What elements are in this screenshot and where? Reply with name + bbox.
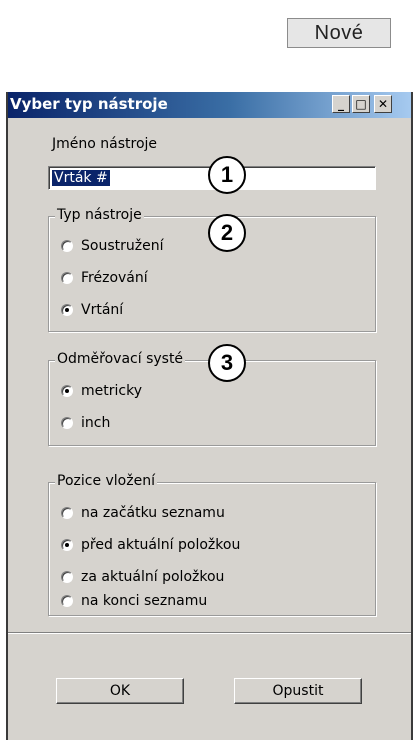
radio-label: Soustružení [81,238,164,254]
callout-3: 3 [208,344,246,382]
radio-button[interactable] [61,507,73,519]
radio-label: před aktuální položkou [81,537,241,553]
close-button[interactable]: ✕ [374,95,392,113]
radio-option-after-current[interactable]: za aktuální položkou [61,569,224,585]
radio-option-metric[interactable]: metricky [61,383,142,399]
radio-button-selected[interactable] [61,385,73,397]
radio-option-beginning[interactable]: na začátku seznamu [61,505,225,521]
cancel-button[interactable]: Opustit [234,678,362,704]
radio-option-turning[interactable]: Soustružení [61,238,163,254]
radio-label: metricky [81,383,142,399]
tool-type-legend: Typ nástroje [55,207,144,223]
radio-option-before-current[interactable]: před aktuální položkou [61,537,240,553]
radio-label: na konci seznamu [81,593,208,609]
footer-separator [8,632,411,634]
insert-position-legend: Pozice vložení [55,473,157,489]
title-bar[interactable]: Vyber typ nástroje _ □ ✕ [8,92,411,118]
radio-label: Vrtání [81,302,124,318]
measure-system-legend: Odměřovací systé [55,351,186,367]
radio-label: za aktuální položkou [81,569,225,585]
select-tool-type-dialog: Vyber typ nástroje _ □ ✕ Jméno nástroje … [6,92,413,740]
radio-button[interactable] [61,240,73,252]
radio-option-milling[interactable]: Frézování [61,270,148,286]
minimize-button[interactable]: _ [332,95,350,113]
radio-button[interactable] [61,571,73,583]
callout-1: 1 [208,156,246,194]
callout-2: 2 [208,214,246,252]
radio-option-inch[interactable]: inch [61,415,110,431]
radio-button-selected[interactable] [61,304,73,316]
radio-label: na začátku seznamu [81,505,225,521]
radio-button[interactable] [61,595,73,607]
radio-button-selected[interactable] [61,539,73,551]
tool-name-value: Vrták # [52,170,110,186]
radio-button[interactable] [61,272,73,284]
dialog-title: Vyber typ nástroje [10,95,168,113]
nove-button[interactable]: Nové [287,18,391,48]
insert-position-group: Pozice vložení na začátku seznamu před a… [48,473,376,616]
radio-option-drilling[interactable]: Vrtání [61,302,123,318]
radio-label: Frézování [81,270,148,286]
radio-label: inch [81,415,111,431]
name-label: Jméno nástroje [52,136,158,152]
ok-button[interactable]: OK [56,678,184,704]
radio-button[interactable] [61,417,73,429]
maximize-button[interactable]: □ [352,95,370,113]
radio-option-end[interactable]: na konci seznamu [61,593,207,609]
